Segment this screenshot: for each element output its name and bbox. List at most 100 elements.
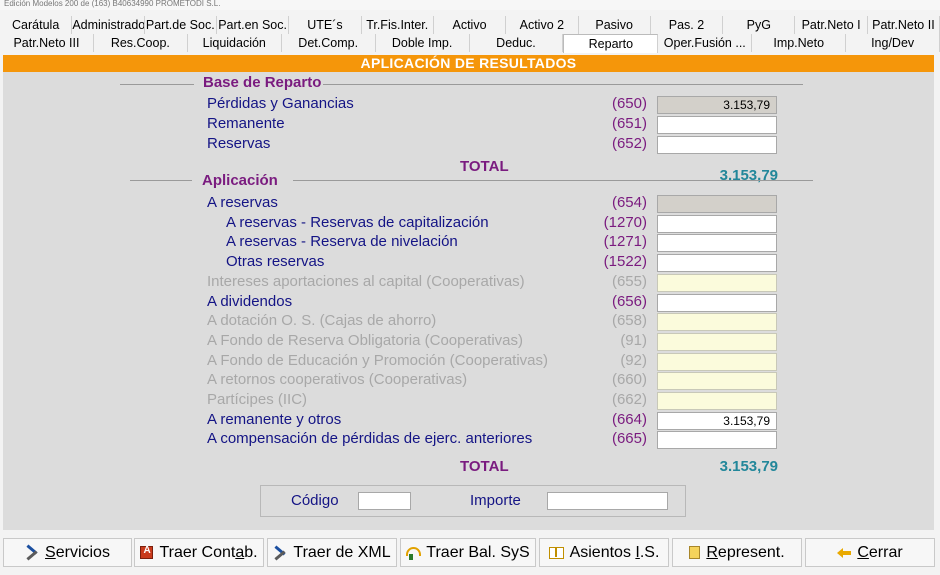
field-label: A Fondo de Reserva Obligatoria (Cooperat…: [207, 331, 523, 349]
tab-liquidacion[interactable]: Liquidación: [188, 34, 282, 52]
importe-label: Importe: [470, 492, 521, 509]
codigo-label: Código: [291, 492, 339, 509]
button-label: Traer Bal. SyS: [426, 543, 530, 561]
field-label: Pérdidas y Ganancias: [207, 95, 354, 112]
divider-line: [293, 180, 813, 181]
tab-part-de-soc[interactable]: Part.de Soc.: [145, 16, 217, 34]
amount-field-664[interactable]: 3.153,79: [657, 411, 777, 430]
codigo-input[interactable]: [358, 492, 411, 510]
field-code: (91): [620, 331, 647, 349]
amount-field-656[interactable]: [657, 293, 777, 312]
field-label: A retornos cooperativos (Cooperativas): [207, 371, 468, 389]
amount-field-651[interactable]: [657, 116, 777, 134]
field-code: (654): [611, 194, 647, 211]
tab-row-2: Patr.Neto III Res.Coop. Liquidación Det.Com…: [0, 34, 940, 53]
servicios-button[interactable]: Servicios: [3, 538, 132, 567]
field-code: (1270): [603, 213, 647, 231]
field-code: (1271): [603, 233, 647, 251]
field-code: (664): [611, 410, 647, 428]
field-code: (658): [611, 312, 647, 330]
field-label: A reservas - Reservas de capitalización: [226, 213, 489, 231]
asientos-is-button[interactable]: Asientos I.S.: [539, 538, 669, 567]
base-total-label: TOTAL: [460, 158, 509, 175]
tab-pas-2[interactable]: Pas. 2: [651, 16, 724, 34]
cerrar-button[interactable]: Cerrar: [805, 538, 935, 567]
aplicacion-total-label: TOTAL: [460, 458, 509, 475]
field-label: Otras reservas: [226, 253, 325, 271]
balance-icon: [406, 546, 422, 560]
tab-reparto[interactable]: Reparto: [563, 34, 659, 53]
field-label: Reservas: [207, 135, 271, 152]
amount-field-655: [657, 273, 777, 292]
book-icon: [548, 546, 564, 559]
window-title: Edición Modelos 200 de (163) B40634990 P…: [0, 0, 940, 10]
importe-input[interactable]: [547, 492, 668, 510]
field-label: A reservas - Reserva de nivelación: [226, 233, 458, 251]
amount-field-652[interactable]: [657, 136, 777, 154]
field-label: A dividendos: [207, 292, 293, 310]
divider-line: [323, 84, 803, 85]
tab-ing-dev[interactable]: Ing/Dev: [846, 34, 940, 52]
field-code: (655): [611, 272, 647, 290]
field-label: A reservas: [207, 194, 278, 211]
main-panel: Base de Reparto TOTAL 3.153,79 Aplicació…: [3, 72, 934, 530]
tab-administradores[interactable]: Administradores: [72, 16, 145, 34]
field-label: Partícipes (IIC): [207, 391, 308, 408]
tab-res-coop[interactable]: Res.Coop.: [94, 34, 188, 52]
button-label: Asientos I.S.: [569, 543, 660, 561]
tab-imp-neto[interactable]: Imp.Neto: [752, 34, 847, 52]
tab-ute-s[interactable]: UTE´s: [289, 16, 362, 34]
tab-patr-neto-iii[interactable]: Patr.Neto III: [0, 34, 94, 52]
search-box: Código Importe: [260, 485, 686, 517]
amount-field-1270[interactable]: [657, 214, 777, 233]
traer-contab-button[interactable]: Traer Contab.: [134, 538, 264, 567]
divider-line: [120, 84, 194, 85]
tab-caratula[interactable]: Carátula: [0, 16, 73, 34]
field-code: (662): [611, 391, 647, 408]
tools-icon: [273, 546, 287, 560]
tab-row-1: CarátulaAdministradoresPart.de Soc.Part.…: [0, 16, 940, 34]
field-code: (651): [611, 115, 647, 132]
amount-field-92: [657, 352, 777, 371]
tab-activo-2[interactable]: Activo 2: [506, 16, 579, 34]
tab-oper-fusion[interactable]: Oper.Fusión ...: [658, 34, 753, 52]
tab-patr-neto-i[interactable]: Patr.Neto I: [795, 16, 868, 34]
tab-patr-neto-ii[interactable]: Patr.Neto II: [868, 16, 940, 34]
represent-button[interactable]: Represent.: [672, 538, 802, 567]
amount-field-1271[interactable]: [657, 234, 777, 253]
amount-field-654: [657, 195, 777, 213]
field-label: A Fondo de Educación y Promoción (Cooper…: [207, 351, 549, 369]
amount-field-1522[interactable]: [657, 254, 777, 273]
tab-part-en-soc[interactable]: Part.en Soc.: [217, 16, 290, 34]
amount-field-660: [657, 372, 777, 391]
tab-pasivo[interactable]: Pasivo: [579, 16, 651, 34]
report-icon: [689, 546, 701, 559]
field-label: A dotación O. S. (Cajas de ahorro): [207, 312, 437, 330]
button-label: Traer Contab.: [159, 543, 258, 561]
pdf-icon: [140, 545, 154, 559]
field-code: (665): [611, 430, 647, 448]
button-label: Represent.: [706, 543, 785, 561]
traer-bal-sys-button[interactable]: Traer Bal. SyS: [400, 538, 536, 567]
button-label: Servicios: [45, 543, 110, 561]
tab-activo[interactable]: Activo: [434, 16, 507, 34]
tab-deduc[interactable]: Deduc.: [470, 34, 564, 52]
amount-field-665[interactable]: [657, 431, 777, 450]
traer-xml-button[interactable]: Traer de XML: [267, 538, 397, 567]
section-banner: APLICACIÓN DE RESULTADOS: [3, 55, 934, 72]
section-title-base: Base de Reparto: [203, 74, 322, 91]
field-code: (650): [611, 95, 647, 112]
button-label: Cerrar: [857, 543, 903, 561]
tab-doble-imp[interactable]: Doble Imp.: [376, 34, 470, 52]
field-code: (660): [611, 371, 647, 389]
button-label: Traer de XML: [293, 543, 391, 561]
tab-det-comp[interactable]: Det.Comp.: [282, 34, 376, 52]
field-code: (656): [611, 292, 647, 310]
section-title-aplicacion: Aplicación: [202, 172, 278, 189]
field-label: A remanente y otros: [207, 410, 342, 428]
tab-pyg[interactable]: PyG: [723, 16, 796, 34]
button-bar: Servicios Traer Contab. Traer de XML Traer …: [0, 537, 940, 571]
field-label: Intereses aportaciones al capital (Coope…: [207, 272, 525, 290]
tab-tr-fis-inter[interactable]: Tr.Fis.Inter.: [362, 16, 434, 34]
base-total-value: 3.153,79: [719, 167, 778, 184]
